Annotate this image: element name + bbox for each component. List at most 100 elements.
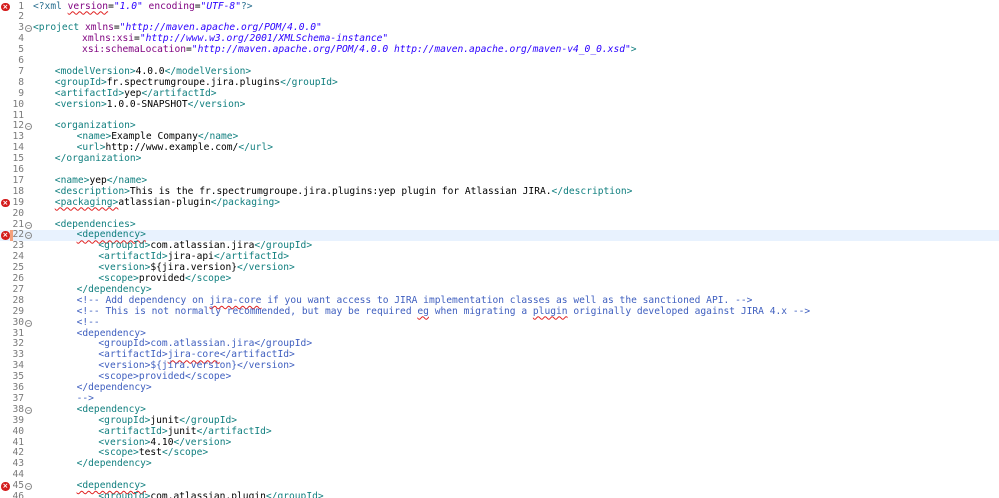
line-number: 40 <box>12 425 24 437</box>
code-token: 4.10 <box>150 436 174 448</box>
code-token: </url> <box>238 142 273 154</box>
code-token: <organization> <box>54 120 136 132</box>
code-token: </groupId> <box>280 76 338 88</box>
line-number: 46 <box>12 491 24 498</box>
code-token: <!-- This is not normally recommended, b… <box>76 305 418 317</box>
code-token: </artifactId> <box>219 349 295 361</box>
code-token: </packaging> <box>210 196 281 208</box>
code-line[interactable]: 11 <box>0 110 999 122</box>
code-token: <!-- <box>76 316 100 328</box>
code-token: Example Company <box>111 131 198 143</box>
code-token: junit <box>150 414 180 426</box>
code-token: <artifactId> <box>98 251 168 263</box>
code-token: <description> <box>54 185 130 197</box>
code-token: </groupId> <box>265 491 324 498</box>
code-token: </artifactId> <box>196 425 272 437</box>
code-token: jira-core <box>167 349 220 361</box>
code-token: <dependency> <box>76 229 146 241</box>
line-number: 20 <box>12 207 24 219</box>
code-text: <!-- This is not normally recommended, b… <box>76 305 811 318</box>
code-token: <groupId> <box>54 76 107 88</box>
code-token: http://www.example.com/ <box>105 142 239 154</box>
code-token: <name> <box>76 131 112 143</box>
code-token: if you want access to JIRA implementatio… <box>261 294 753 306</box>
code-line[interactable]: 21− <dependencies> <box>0 218 999 231</box>
code-line[interactable]: 46 <groupId>com.atlassian.plugin</groupId… <box>0 491 999 498</box>
code-token: </version> <box>237 262 295 274</box>
code-token: </description> <box>551 185 633 197</box>
code-token: <scope> <box>98 447 139 459</box>
code-token: "1.0" <box>113 0 143 12</box>
line-number: 30 <box>12 316 24 328</box>
code-line[interactable]: 15 </organization> <box>0 153 999 165</box>
code-token: <scope> <box>98 273 139 284</box>
code-token: "http://maven.apache.org/POM/4.0.0 http:… <box>191 44 631 56</box>
fold-toggle-icon[interactable]: − <box>25 319 32 327</box>
code-line[interactable]: 30− <!-- <box>0 316 999 329</box>
code-line[interactable]: × 19 <packaging>atlassian-plugin</packagin… <box>0 196 999 209</box>
code-token: </name> <box>197 131 239 143</box>
code-token: </modelVersion> <box>164 65 252 77</box>
code-token: "UTF-8" <box>200 0 241 12</box>
fold-toggle-icon[interactable]: − <box>25 221 32 229</box>
code-token: xmlns <box>85 22 114 34</box>
code-token: <dependency> <box>76 327 146 339</box>
code-line[interactable]: 43 </dependency> <box>0 458 999 470</box>
code-token: </groupId> <box>254 240 313 252</box>
code-token: > <box>630 44 637 56</box>
code-token: <packaging> <box>54 196 119 208</box>
code-token: atlassian-plugin <box>118 196 211 208</box>
code-token: </version> <box>187 98 246 110</box>
code-token: <groupId> <box>98 491 151 498</box>
code-line[interactable]: 20 <box>0 207 999 220</box>
fold-toggle-icon[interactable]: − <box>25 25 32 33</box>
code-token: <version> <box>54 98 107 110</box>
fold-toggle-icon[interactable]: − <box>25 123 32 131</box>
code-text: </organization> <box>54 153 142 165</box>
code-line[interactable]: 37 --> <box>0 392 999 405</box>
code-text: </dependency> <box>77 458 152 470</box>
code-text: <groupId>com.atlassian.plugin</groupId> <box>98 491 324 498</box>
code-token: <url> <box>76 142 106 154</box>
code-token: <version> <box>98 262 151 274</box>
code-token: <groupId> <box>98 240 151 252</box>
code-token: ${jira.version} <box>150 262 238 274</box>
code-token: <dependencies> <box>54 218 136 230</box>
code-token: <?xml <box>33 0 68 12</box>
code-text: xsi:schemaLocation="http://maven.apache.… <box>82 44 637 56</box>
code-token: <modelVersion> <box>54 65 136 77</box>
code-token: </scope> <box>161 447 209 459</box>
code-token: --> <box>76 392 94 404</box>
fold-toggle-icon[interactable]: − <box>25 232 32 240</box>
code-token: <dependency> <box>76 403 146 415</box>
code-text: <version>1.0.0-SNAPSHOT</version> <box>54 98 246 111</box>
code-line[interactable]: 16 <box>0 164 999 176</box>
code-token: <dependency> <box>76 480 146 492</box>
code-token: plugin <box>532 305 568 317</box>
code-token: "http://maven.apache.org/POM/4.0.0" <box>119 22 322 34</box>
code-line[interactable]: 36 </dependency> <box>0 382 999 394</box>
code-token: com.atlassian.jira <box>150 240 255 252</box>
code-token: xsi:schemaLocation <box>82 44 187 56</box>
code-line[interactable]: 29 <!-- This is not normally recommended,… <box>0 305 999 318</box>
code-token: ?> <box>240 0 253 12</box>
code-token: xmlns:xsi <box>82 33 135 45</box>
code-line[interactable]: 14 <url>http://www.example.com/</url> <box>0 142 999 154</box>
code-token: jira-core <box>209 294 262 306</box>
fold-toggle-icon[interactable]: − <box>25 483 32 491</box>
code-token: test <box>138 447 162 459</box>
code-token: </organization> <box>54 153 142 165</box>
xml-editor[interactable]: × 1 <?xml version="1.0" encoding="UTF-8"?>… <box>0 0 999 498</box>
code-line[interactable]: × 1 <?xml version="1.0" encoding="UTF-8"?> <box>0 0 999 13</box>
code-line[interactable]: 5 xsi:schemaLocation="http://maven.apache… <box>0 44 999 56</box>
fold-toggle-icon[interactable]: − <box>25 406 32 414</box>
code-token: version <box>67 0 109 12</box>
code-token: jira-api <box>167 251 214 263</box>
code-token: </artifactId> <box>141 87 217 99</box>
code-token: yep <box>89 174 107 186</box>
code-token: <project <box>33 22 80 34</box>
code-token: </dependency> <box>76 382 152 393</box>
code-token: 1.0.0-SNAPSHOT <box>106 98 188 110</box>
code-line[interactable]: 44 <box>0 469 999 481</box>
code-line[interactable]: 10 <version>1.0.0-SNAPSHOT</version> <box>0 98 999 111</box>
